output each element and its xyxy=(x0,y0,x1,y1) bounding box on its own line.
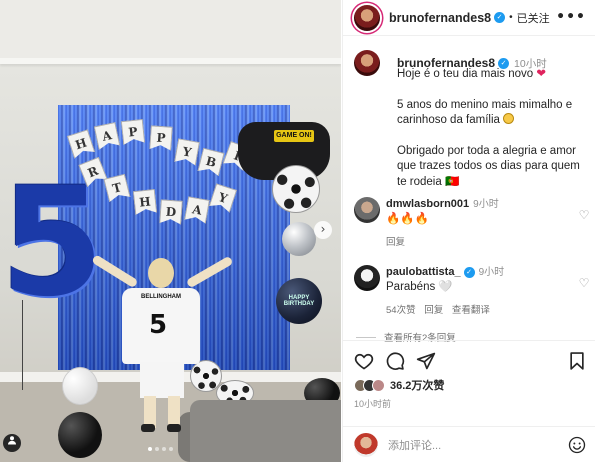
orb-text: HAPPY BIRTHDAY xyxy=(283,295,315,307)
commenter-avatar[interactable] xyxy=(354,197,380,223)
comment-item: paulobattista_ ✓ 9小时 Parabéns 🤍 54次赞 回复 查看… xyxy=(354,265,590,318)
crown-molding xyxy=(0,58,341,64)
caption-line-2: 5 anos do menino mais mimalho e carinhos… xyxy=(397,98,573,127)
boy-head xyxy=(148,258,174,288)
post-details-panel: brunofernandes8 ✓ • 已关注 ••• brunofernand… xyxy=(342,0,595,462)
number-five-balloon: 5 xyxy=(0,156,105,330)
reply-button[interactable]: 回复 xyxy=(424,305,443,316)
commenter-avatar[interactable] xyxy=(354,265,380,291)
more-options-icon[interactable]: ••• xyxy=(556,9,586,25)
jersey-name: BELLINGHAM xyxy=(141,294,181,300)
comment-bubble-icon[interactable] xyxy=(385,351,405,371)
caption-text: Hoje é o teu dia mais novo ❤ 5 anos do m… xyxy=(397,67,590,190)
carousel-dot xyxy=(155,447,159,451)
white-balloon xyxy=(62,367,98,405)
comment-username[interactable]: dmwlasborn001 xyxy=(386,198,469,210)
soccer-ball-balloon xyxy=(272,165,320,213)
post-photo[interactable]: 5 HAPPYBIRTHDAY GAME ON! HAPPY BIRTHDAY … xyxy=(0,0,341,462)
carousel-dot xyxy=(148,447,152,451)
post-caption: brunofernandes8 ✓ 10小时 Hoje é o teu dia … xyxy=(354,50,590,205)
post-actions: 36.2万次赞 10小时前 添加评论... xyxy=(343,340,595,462)
verified-badge-icon: ✓ xyxy=(494,12,506,23)
controller-label: GAME ON! xyxy=(274,130,314,142)
like-heart-icon[interactable] xyxy=(354,351,374,371)
caption-line-1: Hoje é o teu dia mais novo xyxy=(397,68,534,80)
comment-text: 🔥🔥🔥 xyxy=(386,213,429,225)
separator-dot: • xyxy=(509,12,513,23)
add-comment-input[interactable]: 添加评论... xyxy=(388,437,568,453)
tagged-user-icon[interactable] xyxy=(3,434,21,452)
comment-time: 9小时 xyxy=(473,199,499,210)
sofa xyxy=(190,400,341,462)
carousel-dot xyxy=(169,447,173,451)
comment-text: Parabéns 🤍 xyxy=(386,281,453,293)
like-comment-heart-icon[interactable]: ♡ xyxy=(578,277,590,289)
carousel-next-button[interactable]: › xyxy=(314,221,332,239)
carousel-dot xyxy=(162,447,166,451)
black-balloon xyxy=(58,412,102,458)
add-comment-bar: 添加评论... xyxy=(343,426,595,462)
likes-count[interactable]: 36.2万次赞 xyxy=(390,377,444,393)
boy-left-shoe xyxy=(141,424,155,432)
balloon-string xyxy=(22,300,23,390)
save-bookmark-icon[interactable] xyxy=(567,351,587,371)
post-header: brunofernandes8 ✓ • 已关注 ••• xyxy=(343,0,595,36)
see-translation-button[interactable]: 查看翻译 xyxy=(452,305,490,316)
boy-shorts xyxy=(140,362,184,398)
boy-jersey: BELLINGHAM 5 xyxy=(122,288,200,364)
comment-time: 9小时 xyxy=(478,267,505,278)
like-comment-heart-icon[interactable]: ♡ xyxy=(578,209,590,221)
current-user-avatar xyxy=(354,433,378,457)
boy-right-shoe xyxy=(167,424,181,432)
likes-row[interactable]: 36.2万次赞 xyxy=(354,377,444,393)
verified-badge-icon: ✓ xyxy=(463,267,475,278)
red-heart-icon: ❤ xyxy=(536,68,547,80)
caption-avatar[interactable] xyxy=(354,50,380,76)
comment-username[interactable]: paulobattista_ xyxy=(386,266,461,278)
share-send-icon[interactable] xyxy=(416,351,436,371)
jersey-number: 5 xyxy=(149,310,168,340)
emoji-picker-icon[interactable] xyxy=(568,436,586,454)
grinning-face-icon xyxy=(503,113,515,124)
flag-emoji: 🇵🇹 xyxy=(444,175,460,188)
comment-like-count[interactable]: 54次赞 xyxy=(386,305,416,316)
following-button[interactable]: 已关注 xyxy=(517,10,550,26)
birthday-orb-balloon: HAPPY BIRTHDAY xyxy=(276,278,322,324)
author-avatar[interactable] xyxy=(354,4,380,31)
caption-line-3: Obrigado por toda a alegria e amor que t… xyxy=(397,144,580,188)
silver-star-balloon xyxy=(282,222,316,256)
post-timestamp: 10小时前 xyxy=(354,399,392,409)
wall xyxy=(0,0,341,60)
comment-item: dmwlasborn001 9小时 🔥🔥🔥 回复 ♡ xyxy=(354,197,590,250)
reply-button[interactable]: 回复 xyxy=(386,237,405,248)
liker-avatar xyxy=(372,378,385,392)
carousel-dots xyxy=(148,447,173,451)
author-username[interactable]: brunofernandes8 xyxy=(389,11,491,25)
person-icon xyxy=(8,436,16,445)
